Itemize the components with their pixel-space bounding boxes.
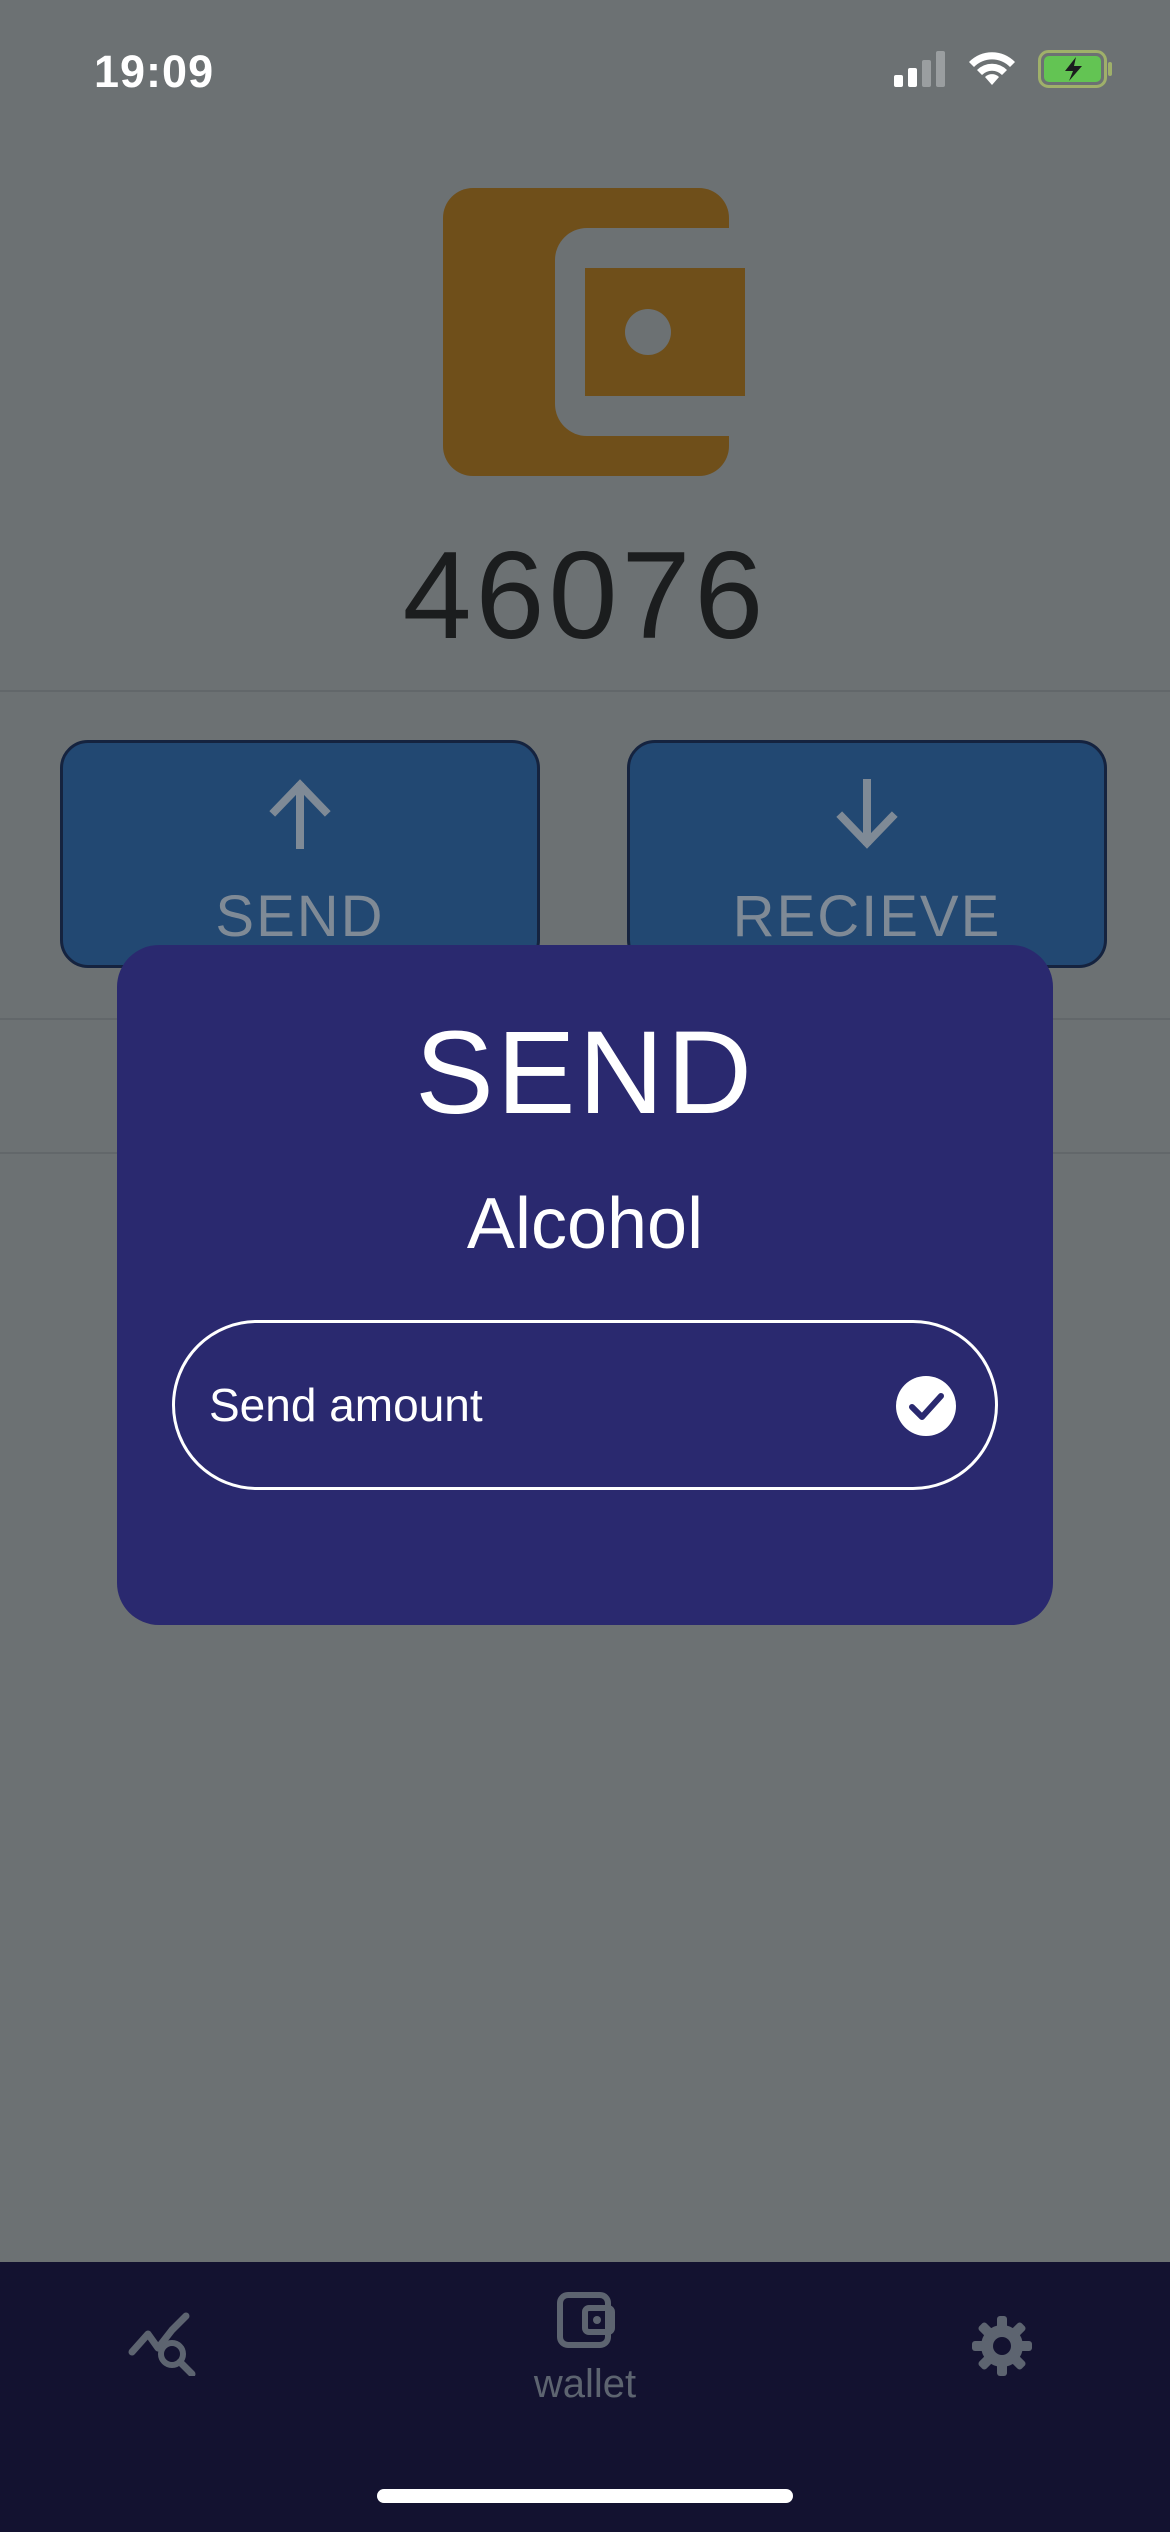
dialog-title: SEND — [415, 1007, 755, 1139]
send-dialog: SEND Alcohol Send amount — [117, 945, 1053, 1625]
status-bar: 19:09 — [0, 0, 1170, 140]
nav-item-settings[interactable] — [970, 2314, 1034, 2378]
send-button-label: SEND — [215, 884, 385, 949]
home-indicator — [377, 2489, 793, 2503]
arrow-down-icon — [836, 779, 898, 849]
send-amount-placeholder: Send amount — [209, 1379, 483, 1431]
gear-icon — [972, 2316, 1032, 2376]
wifi-icon — [969, 52, 1015, 85]
send-button[interactable]: SEND — [60, 740, 540, 968]
receive-button-label: RECIEVE — [732, 884, 1002, 949]
battery-charging-icon — [1038, 50, 1112, 88]
cellular-signal-icon — [894, 51, 945, 87]
chart-search-icon — [128, 2312, 196, 2378]
receive-button[interactable]: RECIEVE — [627, 740, 1107, 968]
nav-item-analytics[interactable] — [128, 2312, 208, 2392]
check-circle-icon[interactable] — [895, 1375, 957, 1437]
wallet-logo-icon — [443, 188, 745, 476]
arrow-up-icon — [269, 779, 331, 849]
divider — [0, 690, 1170, 692]
wallet-balance: 46076 — [402, 527, 768, 665]
send-amount-input[interactable]: Send amount — [172, 1320, 998, 1490]
wallet-screen: 19:09 46076 SEND RECIEVE SEND Alcohol Se… — [0, 0, 1170, 2532]
wallet-icon — [557, 2292, 615, 2348]
status-time: 19:09 — [94, 46, 215, 97]
nav-label-wallet: wallet — [533, 2362, 637, 2406]
status-icons — [894, 50, 1114, 88]
nav-item-wallet[interactable]: wallet — [485, 2292, 685, 2432]
dialog-subtitle: Alcohol — [466, 1184, 704, 1264]
